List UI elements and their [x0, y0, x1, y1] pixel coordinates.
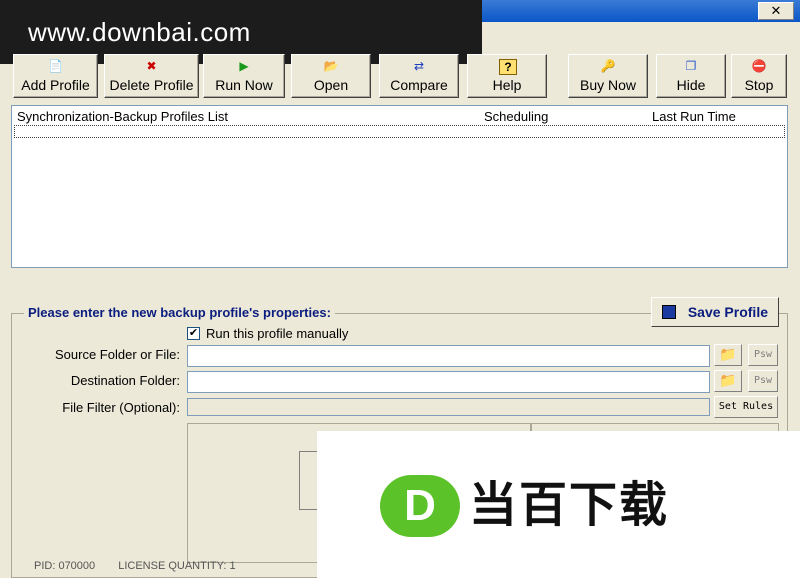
- add-profile-button[interactable]: 📄 Add Profile: [13, 54, 98, 98]
- run-manually-checkbox[interactable]: ✔: [187, 327, 200, 340]
- destination-input[interactable]: [187, 371, 710, 393]
- destination-label: Destination Folder:: [70, 373, 180, 388]
- play-icon: ▶: [239, 59, 249, 73]
- folder-add-icon: 📁: [719, 373, 737, 389]
- focus-row[interactable]: [14, 125, 785, 138]
- source-input[interactable]: [187, 345, 710, 367]
- folder-add-icon: 📁: [719, 347, 737, 363]
- set-rules-button[interactable]: Set Rules: [714, 396, 778, 418]
- compare-button[interactable]: ⇄ Compare: [379, 54, 459, 98]
- floppy-disk-icon: [662, 305, 676, 319]
- save-profile-button[interactable]: Save Profile: [651, 297, 779, 327]
- destination-password-button[interactable]: Psw: [748, 370, 778, 392]
- status-bar: PID: 070000 LICENSE QUANTITY: 1: [34, 560, 256, 572]
- watermark-overlay: D 当百下载: [317, 431, 800, 578]
- buy-now-label: Buy Now: [579, 77, 637, 93]
- file-filter-label: File Filter (Optional):: [62, 400, 180, 415]
- pid-text: PID: 070000: [34, 560, 96, 572]
- column-header-profiles[interactable]: Synchronization-Backup Profiles List: [17, 109, 228, 124]
- delete-document-icon: ✖: [146, 59, 157, 73]
- help-icon: ?: [499, 59, 517, 75]
- open-button[interactable]: 📂 Open: [291, 54, 371, 98]
- hide-window-icon: ❐: [685, 59, 697, 73]
- profiles-list[interactable]: Synchronization-Backup Profiles List Sch…: [11, 105, 788, 268]
- delete-profile-button[interactable]: ✖ Delete Profile: [104, 54, 199, 98]
- compare-label: Compare: [390, 77, 448, 93]
- column-header-last-run-time[interactable]: Last Run Time: [652, 109, 736, 124]
- source-password-button[interactable]: Psw: [748, 344, 778, 366]
- source-label: Source Folder or File:: [55, 347, 180, 362]
- license-text: LICENSE QUANTITY: 1: [118, 560, 236, 572]
- browse-destination-button[interactable]: 📁: [714, 370, 742, 392]
- toolbar: 📄 Add Profile ✖ Delete Profile ▶ Run Now…: [0, 52, 800, 102]
- column-header-scheduling[interactable]: Scheduling: [484, 109, 548, 124]
- profiles-list-header: Synchronization-Backup Profiles List Sch…: [13, 107, 786, 125]
- stop-button[interactable]: ⛔ Stop: [731, 54, 787, 98]
- compare-icon: ⇄: [413, 59, 425, 73]
- help-label: Help: [492, 77, 522, 93]
- run-now-label: Run Now: [215, 77, 273, 93]
- stop-icon: ⛔: [751, 59, 767, 73]
- help-button[interactable]: ? Help: [467, 54, 547, 98]
- form-title: Please enter the new backup profile's pr…: [24, 305, 335, 320]
- run-now-button[interactable]: ▶ Run Now: [203, 54, 285, 98]
- watermark-text: 当百下载: [469, 479, 670, 532]
- key-icon: 🔑: [600, 59, 616, 73]
- watermark-logo: D: [380, 475, 460, 537]
- close-button[interactable]: ✕: [758, 2, 794, 20]
- buy-now-button[interactable]: 🔑 Buy Now: [568, 54, 648, 98]
- delete-profile-label: Delete Profile: [109, 77, 194, 93]
- open-label: Open: [313, 77, 349, 93]
- browse-source-button[interactable]: 📁: [714, 344, 742, 366]
- save-profile-label: Save Profile: [687, 304, 768, 320]
- folder-open-icon: 📂: [323, 59, 339, 73]
- add-profile-label: Add Profile: [21, 77, 90, 93]
- hide-label: Hide: [676, 77, 706, 93]
- file-filter-input[interactable]: [187, 398, 710, 416]
- run-manually-label: Run this profile manually: [206, 326, 349, 341]
- stop-label: Stop: [744, 77, 774, 93]
- hide-button[interactable]: ❐ Hide: [656, 54, 726, 98]
- new-document-icon: 📄: [48, 59, 63, 73]
